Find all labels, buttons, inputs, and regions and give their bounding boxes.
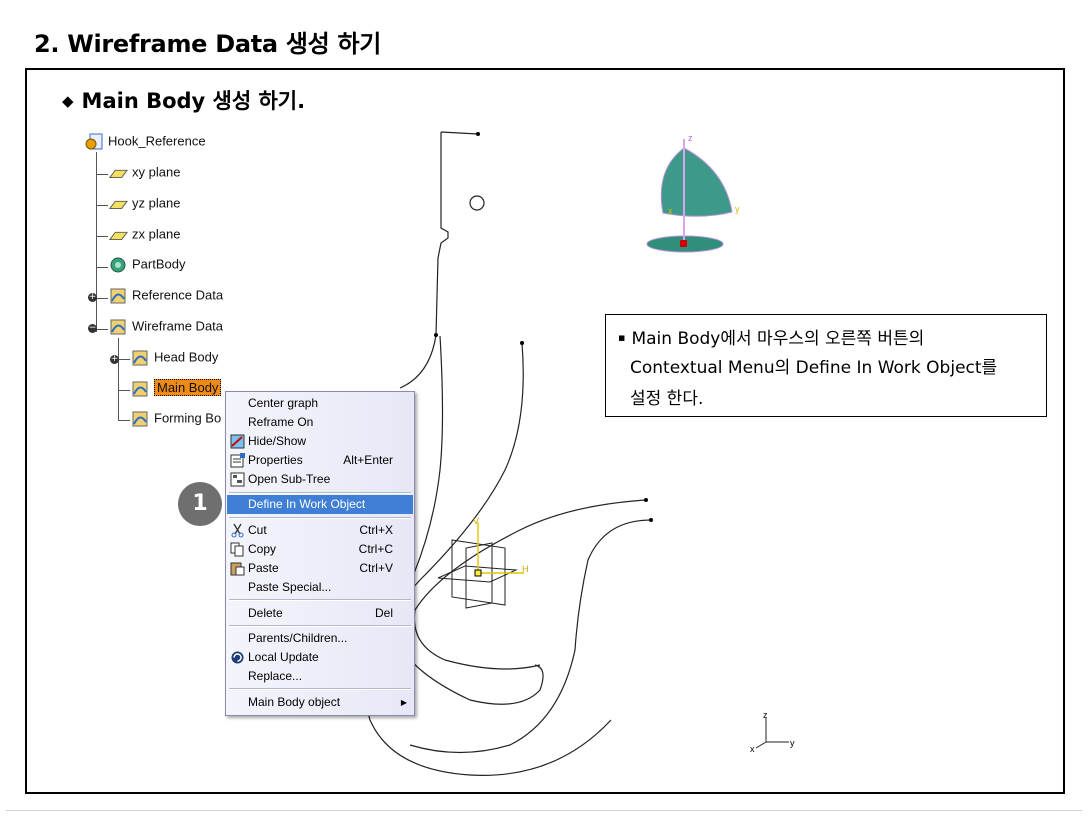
menu-separator <box>229 599 411 601</box>
tree-node-label: zx plane <box>132 226 181 242</box>
submenu-arrow-icon: ▶ <box>400 698 407 707</box>
compass-origin <box>474 569 482 577</box>
gear-icon <box>110 257 126 273</box>
menu-item-replace[interactable]: Replace... <box>227 667 413 686</box>
tree-node-xy-plane[interactable]: xy plane <box>108 164 180 182</box>
tree-node-label-selected: Main Body <box>154 379 222 397</box>
top-y-label: y <box>735 204 740 214</box>
note-line-2: Contextual Menu의 Define In Work Object를 <box>630 358 998 378</box>
plane-icon <box>108 200 128 209</box>
tree-node-label: xy plane <box>132 164 181 180</box>
geometrical-set-icon <box>110 288 126 304</box>
tree-node-wireframe-data[interactable]: Wireframe Data <box>108 318 223 336</box>
menu-item-open-sub-tree[interactable]: Open Sub-Tree <box>227 470 413 489</box>
instruction-note: ▪ Main Body에서 마우스의 오른쪽 버튼의 Contextual Men… <box>605 314 1047 417</box>
menu-item-define-in-work-object[interactable]: Define In Work Object <box>227 495 413 514</box>
paste-icon <box>230 562 245 576</box>
menu-item-main-body-object[interactable]: Main Body object ▶ <box>227 693 413 712</box>
expand-reference-data-icon[interactable]: + <box>88 293 97 302</box>
menu-separator <box>229 625 411 627</box>
note-line-1: Main Body에서 마우스의 오른쪽 버튼의 <box>631 329 925 349</box>
context-menu: Center graph Reframe On Hide/Show Proper… <box>225 391 415 716</box>
geometrical-set-icon <box>110 319 126 335</box>
part-icon <box>85 133 103 150</box>
menu-item-delete[interactable]: Delete Del <box>227 604 413 623</box>
tree-node-root[interactable]: Hook_Reference <box>84 133 206 151</box>
menu-item-copy[interactable]: Copy Ctrl+C <box>227 540 413 559</box>
menu-item-parents-children[interactable]: Parents/Children... <box>227 629 413 648</box>
copy-icon <box>230 542 244 557</box>
hole-circle <box>469 195 485 211</box>
tree-node-zx-plane[interactable]: zx plane <box>108 226 180 244</box>
geometrical-set-icon <box>132 381 148 397</box>
geometrical-set-icon <box>132 350 148 366</box>
menu-item-properties[interactable]: Properties Alt+Enter <box>227 451 413 470</box>
triad-y-label: y <box>790 738 795 748</box>
triad-z-label: z <box>763 710 768 720</box>
menu-separator <box>229 517 411 519</box>
menu-separator <box>229 492 411 494</box>
menu-separator <box>229 688 411 690</box>
tree-node-label: Hook_Reference <box>108 133 206 149</box>
expand-head-body-icon[interactable]: + <box>110 355 119 364</box>
collapse-wireframe-data-icon[interactable]: − <box>88 324 97 333</box>
geometrical-set-icon <box>132 411 148 427</box>
menu-item-cut[interactable]: Cut Ctrl+X <box>227 521 413 540</box>
axis-triad <box>755 718 789 749</box>
plane-icon <box>108 169 128 178</box>
scissors-icon <box>231 523 244 538</box>
tree-node-label: Reference Data <box>132 287 224 303</box>
tree-node-label: Wireframe Data <box>132 318 224 334</box>
step-badge: 1 <box>178 482 222 526</box>
menu-item-local-update[interactable]: Local Update <box>227 648 413 667</box>
tree-node-label: Head Body <box>154 349 219 365</box>
menu-item-paste-special[interactable]: Paste Special... <box>227 578 413 597</box>
note-line-3: 설정 한다. <box>630 389 704 409</box>
top-x-label: x <box>668 206 673 216</box>
top-3d-icon <box>646 139 733 253</box>
tree-node-yz-plane[interactable]: yz plane <box>108 195 180 213</box>
hide-show-icon <box>230 434 245 449</box>
tree-node-label: yz plane <box>132 195 181 211</box>
tree-node-main-body[interactable]: Main Body <box>130 379 222 398</box>
plane-icon <box>108 231 128 240</box>
menu-item-reframe-on[interactable]: Reframe On <box>227 413 413 432</box>
tree-node-reference-data[interactable]: Reference Data <box>108 287 223 305</box>
top-z-label: z <box>688 133 693 143</box>
tree-node-label: PartBody <box>132 256 186 272</box>
compass-h-label: H <box>522 564 529 574</box>
menu-item-center-graph[interactable]: Center graph <box>227 394 413 413</box>
menu-item-hide-show[interactable]: Hide/Show <box>227 432 413 451</box>
sub-tree-icon <box>230 472 245 487</box>
tree-node-partbody[interactable]: PartBody <box>108 256 185 274</box>
tree-node-label: Forming Bo <box>154 410 222 426</box>
update-icon <box>231 651 244 664</box>
tree-node-head-body[interactable]: Head Body <box>130 349 218 367</box>
menu-item-paste[interactable]: Paste Ctrl+V <box>227 559 413 578</box>
tree-node-forming-body[interactable]: Forming Bo <box>130 410 221 428</box>
compass-v-label: V <box>473 516 479 526</box>
square-bullet-icon: ▪ <box>618 331 626 344</box>
triad-x-label: x <box>750 744 755 754</box>
properties-icon <box>230 453 245 468</box>
